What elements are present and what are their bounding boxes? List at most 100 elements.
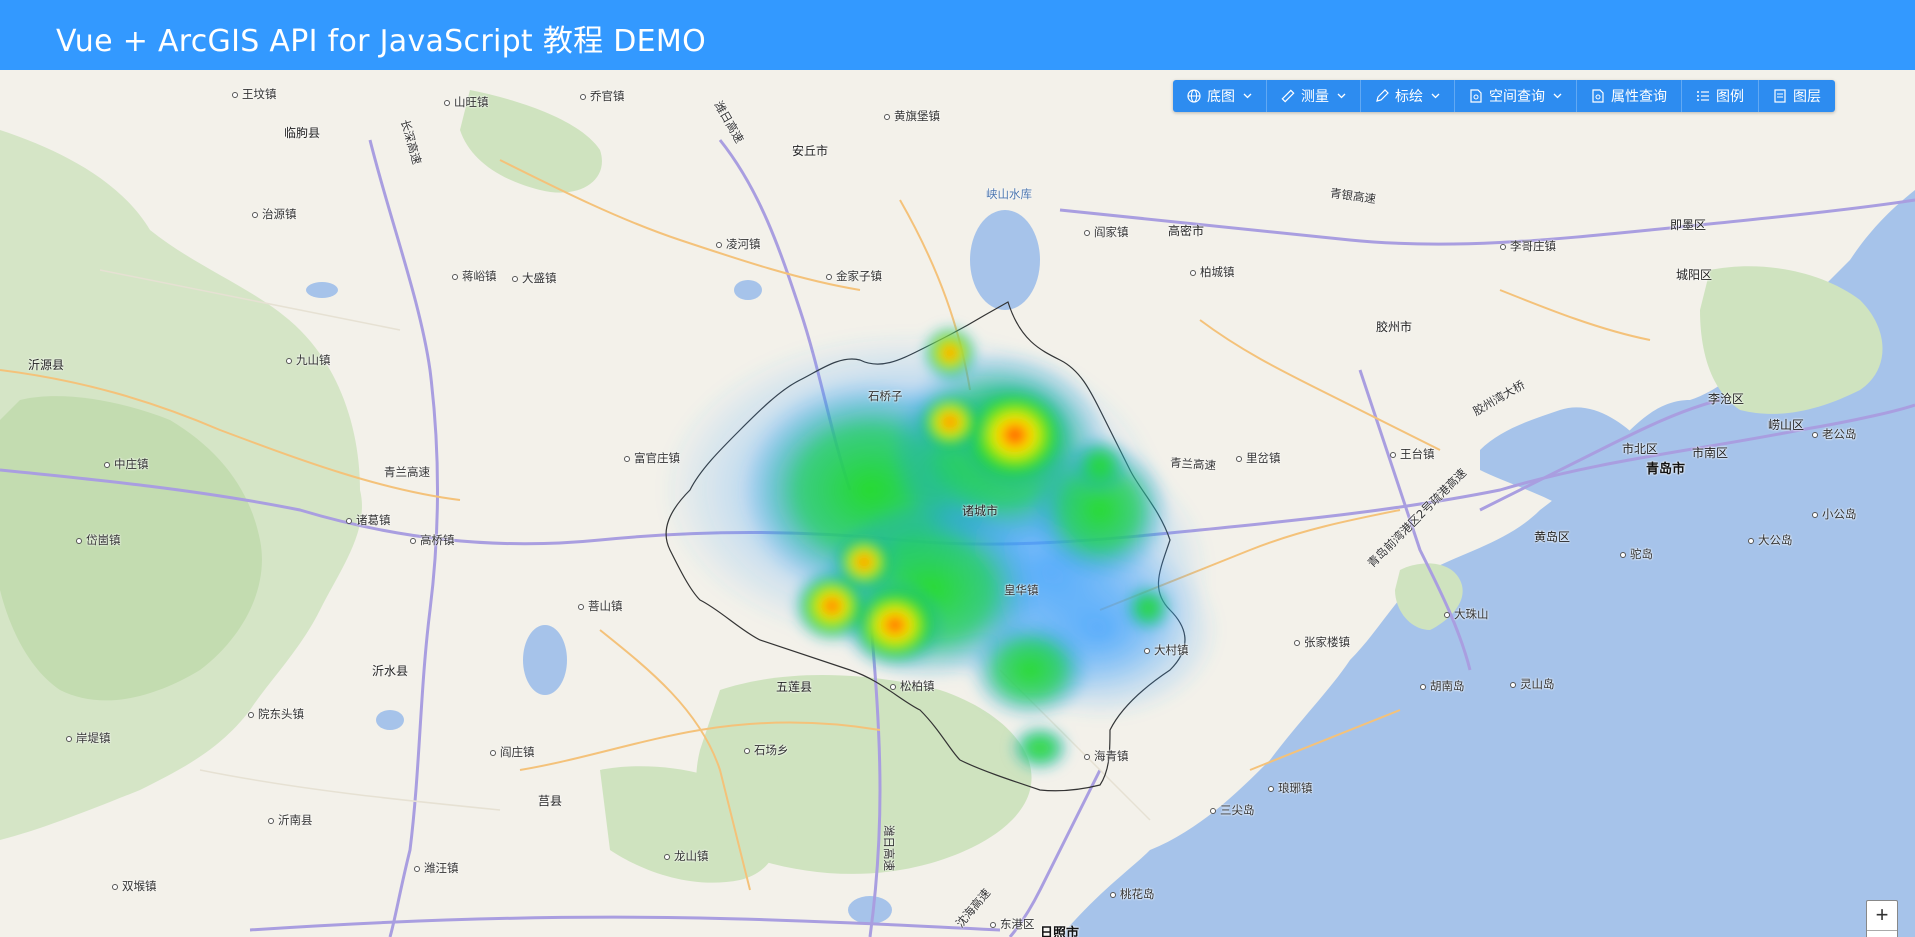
map-label: 治源镇	[252, 206, 297, 222]
map-label: 沂南县	[268, 812, 313, 828]
map-label: 凌河镇	[716, 236, 761, 252]
map-label: 王坟镇	[232, 86, 277, 102]
map-label: 金家子镇	[826, 268, 882, 284]
layers-icon	[1774, 89, 1786, 103]
attribute-query-label: 属性查询	[1611, 89, 1667, 105]
map-label: 双堠镇	[112, 878, 157, 894]
map-label: 高桥镇	[410, 532, 455, 548]
map-label: 中庄镇	[104, 456, 149, 472]
map-label: 大珠山	[1444, 606, 1489, 622]
map-label: 东港区	[990, 916, 1035, 932]
map-label: 莒县	[538, 794, 563, 808]
map-label: 大公岛	[1748, 532, 1793, 548]
map-label: 驼岛	[1620, 546, 1653, 562]
map-label: 青兰高速	[384, 465, 430, 479]
map-label: 日照市	[1040, 926, 1080, 937]
map-label: 山旺镇	[444, 94, 489, 110]
map-label: 石场乡	[744, 742, 789, 758]
map-label: 李沧区	[1708, 392, 1745, 406]
map-label: 阎庄镇	[490, 744, 535, 760]
map-label: 岱崮镇	[76, 532, 121, 548]
map-label: 蒋峪镇	[452, 268, 497, 284]
measure-label: 测量	[1301, 89, 1329, 105]
map-label: 海青镇	[1084, 748, 1129, 764]
map-label: 城阳区	[1676, 268, 1713, 282]
chevron-down-icon	[1243, 93, 1252, 99]
map-label: 青兰高速	[1169, 455, 1217, 473]
globe-icon	[1187, 89, 1201, 103]
map-label: 柏城镇	[1190, 264, 1235, 280]
heatmap-layer	[660, 325, 1220, 772]
map-label: 皇华镇	[1004, 583, 1039, 597]
list-icon	[1697, 91, 1709, 101]
map-label: 黄旗堡镇	[884, 108, 940, 124]
map-view[interactable]: 王坟镇 山旺镇 乔官镇 安丘市 黄旗堡镇 临朐县 峡山水库 治源镇 凌河镇 金家…	[0, 70, 1915, 937]
chevron-down-icon	[1431, 93, 1440, 99]
measure-dropdown[interactable]: 测量	[1266, 80, 1360, 112]
chevron-down-icon	[1553, 93, 1562, 99]
map-label: 里岔镇	[1236, 450, 1281, 466]
zoom-out-button[interactable]: −	[1867, 931, 1897, 937]
map-label: 市南区	[1692, 446, 1729, 460]
annotate-dropdown[interactable]: 标绘	[1360, 80, 1454, 112]
app-header: Vue + ArcGIS API for JavaScript 教程 DEMO	[0, 0, 1915, 70]
layers-button[interactable]: 图层	[1758, 80, 1835, 112]
layers-label: 图层	[1793, 89, 1821, 105]
spatial-query-dropdown[interactable]: 空间查询	[1454, 80, 1576, 112]
map-label: 张家楼镇	[1294, 634, 1350, 650]
zoom-in-button[interactable]: +	[1867, 901, 1897, 931]
map-label: 安丘市	[792, 144, 829, 158]
ruler-icon	[1281, 89, 1295, 103]
map-label: 龙山镇	[664, 848, 709, 864]
spatial-query-label: 空间查询	[1489, 89, 1545, 105]
map-label: 岸堤镇	[66, 730, 111, 746]
map-label: 李哥庄镇	[1500, 238, 1556, 254]
map-label: 阎家镇	[1084, 224, 1129, 240]
file-search-icon	[1592, 89, 1604, 103]
map-label: 沂源县	[28, 358, 65, 372]
map-label: 老公岛	[1812, 426, 1857, 442]
map-label: 潍日高速	[882, 825, 896, 871]
map-label: 崂山区	[1768, 418, 1805, 432]
map-label: 高密市	[1168, 224, 1205, 238]
annotate-label: 标绘	[1395, 89, 1423, 105]
map-label: 临朐县	[284, 126, 321, 140]
map-label: 胡南岛	[1420, 678, 1465, 694]
basemap-label: 底图	[1207, 89, 1235, 105]
map-label: 小公岛	[1812, 506, 1857, 522]
app-title: Vue + ArcGIS API for JavaScript 教程 DEMO	[56, 24, 707, 59]
legend-button[interactable]: 图例	[1681, 80, 1758, 112]
map-label: 诸葛镇	[346, 512, 391, 528]
map-label: 三尖岛	[1210, 802, 1255, 818]
map-label: 胶州市	[1376, 320, 1413, 334]
map-label: 五莲县	[776, 680, 813, 694]
map-label: 诸城市	[962, 504, 999, 518]
map-label: 青岛市	[1646, 462, 1686, 477]
chevron-down-icon	[1337, 93, 1346, 99]
map-label: 乔官镇	[580, 88, 625, 104]
map-label: 峡山水库	[986, 187, 1032, 201]
map-toolbar: 底图 测量 标绘 空间查询 属性查询 图例 图层	[1173, 80, 1835, 112]
file-search-icon	[1470, 89, 1482, 103]
map-label: 大盛镇	[512, 270, 557, 286]
map-label: 琅琊镇	[1268, 780, 1313, 796]
legend-label: 图例	[1716, 89, 1744, 105]
map-label: 桃花岛	[1110, 886, 1155, 902]
attribute-query-button[interactable]: 属性查询	[1576, 80, 1681, 112]
map-label: 富官庄镇	[624, 450, 680, 466]
map-label: 市北区	[1622, 442, 1659, 456]
map-label: 潍汪镇	[414, 860, 459, 876]
map-label: 黄岛区	[1534, 530, 1571, 544]
map-label: 即墨区	[1670, 218, 1707, 232]
basemap-dropdown[interactable]: 底图	[1173, 80, 1266, 112]
map-label: 石桥子	[868, 389, 903, 403]
map-label: 王台镇	[1390, 446, 1435, 462]
map-label: 院东头镇	[248, 706, 304, 722]
map-label: 松柏镇	[890, 678, 935, 694]
pen-icon	[1376, 89, 1389, 102]
map-label: 菩山镇	[578, 598, 623, 614]
zoom-control: + −	[1866, 900, 1898, 937]
map-label: 灵山岛	[1510, 676, 1555, 692]
map-label: 九山镇	[286, 352, 331, 368]
map-label: 大村镇	[1144, 642, 1189, 658]
